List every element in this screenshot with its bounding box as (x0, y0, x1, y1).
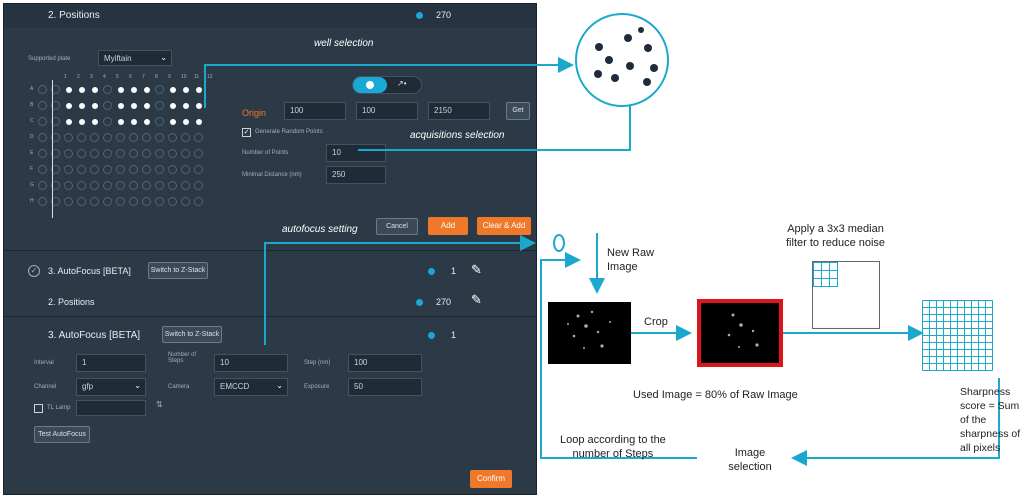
raw-image-spots (567, 310, 611, 349)
filter-kernel-box (812, 261, 880, 329)
kernel-grid (813, 262, 838, 287)
autofocus-arrow (264, 235, 536, 345)
pixel-grid (922, 300, 993, 371)
new-raw-image-label: New Raw Image (607, 247, 655, 273)
acquisitions-selection-label: acquisitions selection (410, 130, 505, 141)
median-filter-label: Apply a 3x3 median filter to reduce nois… (786, 223, 886, 249)
loop-circle-icon (553, 234, 565, 252)
cropped-image (697, 299, 783, 367)
well-zoom-circle (575, 13, 669, 107)
crop-label: Crop (644, 316, 668, 328)
well-selection-arrow (204, 57, 574, 108)
image-selection-label: Image selection (728, 447, 772, 473)
used-image-label: Used Image = 80% of Raw Image (633, 389, 798, 401)
autofocus-setting-label: autofocus setting (282, 224, 358, 235)
sharpness-label: Sharpness score = Sum of the sharpness o… (960, 386, 1021, 454)
well-selection-label: well selection (314, 38, 374, 49)
acquisition-arrow (358, 88, 638, 151)
raw-image (548, 302, 631, 364)
cropped-image-spots (727, 313, 759, 348)
loop-label: Loop according to the number of Steps (560, 434, 666, 460)
